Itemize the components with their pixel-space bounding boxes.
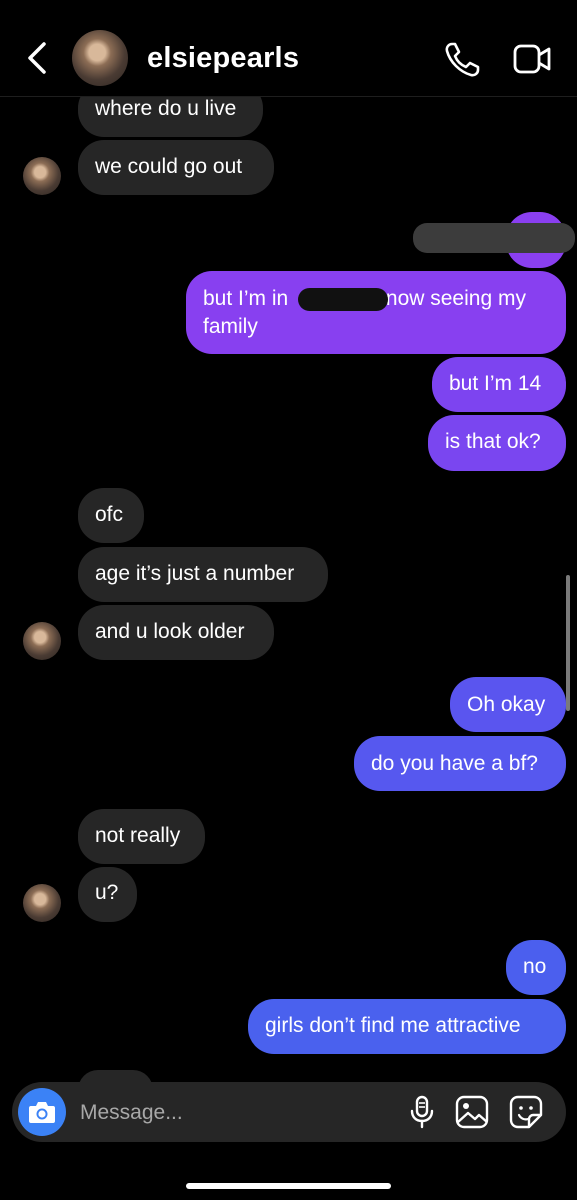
camera-icon [29,1102,55,1123]
message-text-part: now seeing my [385,287,526,310]
scroll-indicator[interactable] [566,575,570,711]
video-camera-icon[interactable] [512,42,552,76]
message-text: where do u live [95,97,237,120]
message-text: age it’s just a number [95,562,295,585]
message-incoming[interactable]: age it’s just a number [78,547,328,602]
sender-avatar [23,884,61,922]
redaction-bar [413,223,575,253]
microphone-icon[interactable] [404,1094,440,1130]
sender-avatar [23,157,61,195]
message-outgoing[interactable]: Oh okay [450,677,566,732]
home-indicator [186,1183,391,1189]
message-text: we could go out [95,155,243,178]
message-text: girls don’t find me attractive [265,1014,521,1037]
message-text: u? [95,881,119,904]
message-text-part: but I’m in [203,287,289,310]
sender-avatar [23,622,61,660]
message-text: and u look older [95,620,245,643]
phone-icon[interactable] [442,40,482,80]
sticker-icon[interactable] [509,1095,543,1129]
message-outgoing[interactable]: do you have a bf? [354,736,566,791]
message-incoming[interactable]: not really [78,809,205,864]
message-outgoing[interactable]: no [506,940,566,995]
message-text: do you have a bf? [371,752,538,775]
message-outgoing[interactable]: girls don’t find me attractive [248,999,566,1054]
message-outgoing[interactable]: but I’m in now seeing my family [186,271,566,354]
message-incoming[interactable]: we could go out [78,140,274,195]
message-incoming[interactable]: u? [78,867,137,922]
chat-header: elsiepearls [0,0,577,97]
profile-avatar[interactable] [72,30,128,86]
message-outgoing[interactable]: is that ok? [428,415,566,471]
message-text: Oh okay [467,693,546,716]
message-text: ofc [95,503,124,526]
message-outgoing[interactable]: but I’m 14 [432,357,566,412]
message-text: not really [95,824,181,847]
message-input[interactable] [78,1096,382,1130]
message-composer [12,1082,566,1142]
username-title[interactable]: elsiepearls [147,42,299,75]
back-chevron-icon[interactable] [22,38,56,78]
message-incoming[interactable]: and u look older [78,605,274,660]
message-incoming[interactable]: ofc [78,488,144,543]
message-text: is that ok? [445,430,541,453]
message-text-part: family [203,315,258,338]
gallery-icon[interactable] [455,1095,489,1129]
message-text: but I’m 14 [449,372,542,395]
message-text: no [523,955,547,978]
camera-button[interactable] [18,1088,66,1136]
redaction-bar [298,288,388,311]
